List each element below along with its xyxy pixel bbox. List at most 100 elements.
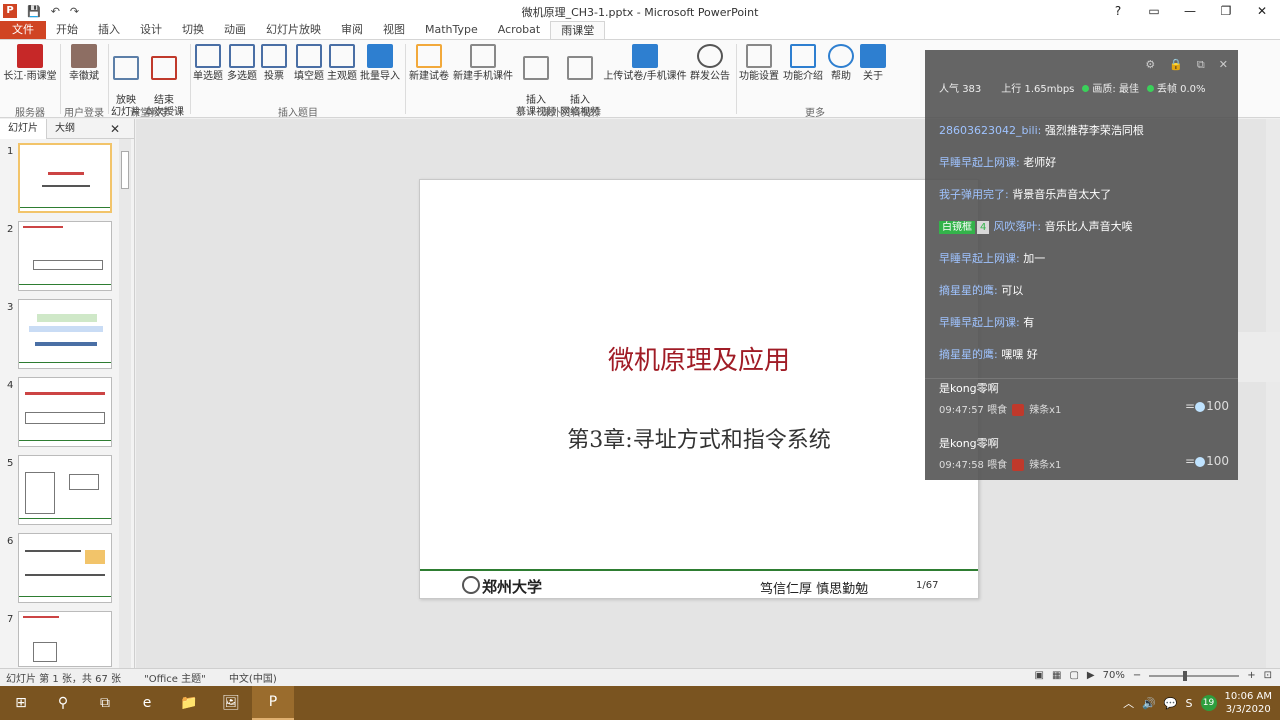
tab-outline[interactable]: 大纲 xyxy=(47,119,83,139)
file-explorer-icon[interactable]: 📁 xyxy=(168,686,210,720)
group-label-materials: 课外资料制作 xyxy=(541,108,601,119)
sorter-view-icon[interactable]: ▦ xyxy=(1052,670,1061,681)
user-avatar-icon xyxy=(71,44,97,68)
upload-icon xyxy=(632,44,658,68)
help-icon[interactable]: ? xyxy=(1100,0,1136,22)
settings-gear-icon[interactable]: ⚙ xyxy=(1145,58,1155,72)
zoom-in-icon[interactable]: + xyxy=(1247,670,1255,681)
notification-icon[interactable]: 💬 xyxy=(1164,697,1178,710)
slide-thumbnail-7[interactable] xyxy=(18,611,112,667)
settings-button[interactable]: 功能设置 xyxy=(737,44,781,83)
zoom-level[interactable]: 70% xyxy=(1103,670,1125,681)
tab-transitions[interactable]: 切换 xyxy=(172,21,214,39)
minimize-button[interactable]: — xyxy=(1172,0,1208,22)
play-icon xyxy=(113,56,139,80)
chat-message: 早睡早起上网课: 老师好 xyxy=(939,156,1057,169)
current-slide[interactable]: 微机原理及应用 第3章:寻址方式和指令系统 郑州大学 笃信仁厚 慎思勤勉 1/6… xyxy=(419,179,979,599)
main-scrollbar[interactable] xyxy=(1266,119,1280,668)
restore-button[interactable]: ❐ xyxy=(1208,0,1244,22)
help-button[interactable]: 帮助 xyxy=(826,44,856,83)
sogou-ime-icon[interactable]: S xyxy=(1186,697,1193,710)
show-hidden-icons[interactable]: ︿ xyxy=(1123,695,1134,711)
status-bar: 幻灯片 第 1 张，共 67 张 "Office 主题" 中文(中国) ▣ ▦ … xyxy=(0,668,1280,686)
slide-number: 5 xyxy=(7,458,14,469)
ribbon-display-icon[interactable]: ▭ xyxy=(1136,0,1172,22)
window-title: 微机原理_CH3-1.pptx - Microsoft PowerPoint xyxy=(521,6,759,19)
feature-intro-button[interactable]: 功能介绍 xyxy=(781,44,825,83)
slide-thumbnail-6[interactable] xyxy=(18,533,112,603)
chat-message: 摘星星的鹰: 可以 xyxy=(939,284,1024,297)
undo-icon[interactable]: ↶ xyxy=(51,5,60,18)
tray-badge[interactable]: 19 xyxy=(1200,695,1217,711)
slide-thumbnail-2[interactable] xyxy=(18,221,112,291)
popout-icon[interactable]: ⧉ xyxy=(1197,58,1205,72)
tab-home[interactable]: 开始 xyxy=(46,21,88,39)
tab-view[interactable]: 视图 xyxy=(373,21,415,39)
close-panel-icon[interactable]: ✕ xyxy=(102,119,128,139)
slide-thumbnail-4[interactable] xyxy=(18,377,112,447)
about-button[interactable]: 关于 xyxy=(858,44,888,83)
user-login-button[interactable]: 幸徽斌 xyxy=(62,44,106,83)
lock-icon[interactable]: 🔒 xyxy=(1169,58,1183,72)
tab-mathtype[interactable]: MathType xyxy=(415,21,488,39)
scrollbar-thumb[interactable] xyxy=(121,151,129,189)
edge-browser-icon[interactable]: e xyxy=(126,686,168,720)
close-overlay-icon[interactable]: ✕ xyxy=(1219,58,1228,72)
batch-import-button[interactable]: 批量导入 xyxy=(358,44,402,83)
search-icon[interactable]: ⚲ xyxy=(42,686,84,720)
slide-thumbnail-5[interactable] xyxy=(18,455,112,525)
tab-animations[interactable]: 动画 xyxy=(214,21,256,39)
university-motto: 笃信仁厚 慎思勤勉 xyxy=(760,582,869,597)
tab-design[interactable]: 设计 xyxy=(130,21,172,39)
fill-blank-button[interactable]: 填空题 xyxy=(292,44,326,83)
tab-acrobat[interactable]: Acrobat xyxy=(488,21,550,39)
powerpoint-taskbar-icon[interactable]: P xyxy=(252,686,294,720)
reading-view-icon[interactable]: ▢ xyxy=(1069,670,1078,681)
clock[interactable]: 10:06 AM 3/3/2020 xyxy=(1225,690,1272,716)
multiple-choice-button[interactable]: 多选题 xyxy=(226,44,258,83)
tab-review[interactable]: 审阅 xyxy=(331,21,373,39)
single-choice-button[interactable]: 单选题 xyxy=(192,44,224,83)
tab-insert[interactable]: 插入 xyxy=(88,21,130,39)
redo-icon[interactable]: ↷ xyxy=(70,5,79,18)
bar-chart-icon xyxy=(261,44,287,68)
subjective-question-button[interactable]: 主观题 xyxy=(326,44,358,83)
new-mobile-courseware-button[interactable]: 新建手机课件 xyxy=(452,44,514,83)
slideshow-view-icon[interactable]: ▶ xyxy=(1087,670,1095,681)
powerpoint-app-icon[interactable]: P xyxy=(3,4,17,18)
theme-status: "Office 主题" xyxy=(144,674,206,685)
broadcast-notice-button[interactable]: 群发公告 xyxy=(688,44,732,83)
group-label-insert-question: 插入题目 xyxy=(278,108,318,119)
vote-button[interactable]: 投票 xyxy=(260,44,288,83)
slide-thumbnail-3[interactable] xyxy=(18,299,112,369)
volume-icon[interactable]: 🔊 xyxy=(1142,697,1156,710)
coin-icon xyxy=(1195,401,1206,412)
gift-icon xyxy=(1012,404,1025,416)
tab-slides[interactable]: 幻灯片 xyxy=(0,118,47,139)
thumbnail-scrollbar[interactable] xyxy=(119,139,131,669)
tab-yuketang[interactable]: 雨课堂 xyxy=(550,21,606,39)
start-button[interactable]: ⊞ xyxy=(0,686,42,720)
zoom-slider[interactable] xyxy=(1149,670,1240,681)
photos-app-icon[interactable]: 🖼 xyxy=(210,686,252,720)
group-label-more: 更多 xyxy=(805,108,825,119)
normal-view-icon[interactable]: ▣ xyxy=(1035,670,1044,681)
gift-entry: 是kong零啊 09:47:58 喂食 辣条x1 = 100 xyxy=(939,437,1229,471)
floating-widget-icon[interactable] xyxy=(1238,332,1280,382)
tab-file[interactable]: 文件 xyxy=(0,21,46,39)
fit-to-window-icon[interactable]: ⊡ xyxy=(1264,670,1272,681)
upload-courseware-button[interactable]: 上传试卷/手机课件 xyxy=(602,44,688,83)
upload-rate: 1.65mbps xyxy=(1024,84,1075,95)
yuketang-server-button[interactable]: 长江·雨课堂 xyxy=(2,44,58,83)
slide-thumbnail-1[interactable] xyxy=(18,143,112,213)
group-separator xyxy=(190,44,191,114)
save-icon[interactable]: 💾 xyxy=(27,5,41,18)
new-quiz-button[interactable]: 新建试卷 xyxy=(406,44,452,83)
yuketang-logo-icon xyxy=(17,44,43,68)
close-button[interactable]: ✕ xyxy=(1244,0,1280,22)
zoom-out-icon[interactable]: − xyxy=(1133,670,1141,681)
tab-slideshow[interactable]: 幻灯片放映 xyxy=(256,21,331,39)
coin-icon xyxy=(1195,456,1206,467)
task-view-icon[interactable]: ⧉ xyxy=(84,686,126,720)
language-status[interactable]: 中文(中国) xyxy=(229,674,277,685)
